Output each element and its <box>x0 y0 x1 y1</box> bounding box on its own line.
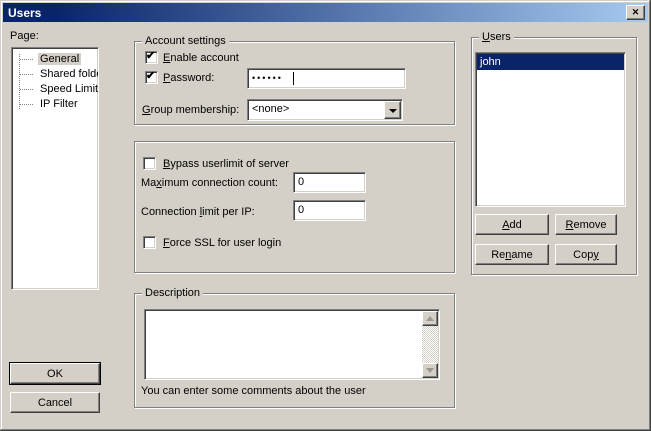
group-membership-select[interactable]: <none> <box>247 99 403 121</box>
close-button[interactable]: ✕ <box>626 5 645 20</box>
text-caret <box>293 72 294 85</box>
tree-item-label: Speed Limits <box>38 83 99 95</box>
cancel-button-label: Cancel <box>38 397 72 409</box>
password-input[interactable]: •••••• <box>247 68 406 89</box>
chevron-down-icon <box>389 109 397 113</box>
password-checkbox[interactable]: ✔ <box>145 71 158 84</box>
copy-user-button[interactable]: Copy <box>555 244 617 265</box>
description-scrollbar[interactable] <box>422 311 438 378</box>
password-value: •••••• <box>252 72 283 85</box>
scroll-down-button[interactable] <box>422 363 438 378</box>
rename-button-label: Rename <box>491 249 533 261</box>
description-hint: You can enter some comments about the us… <box>141 385 366 398</box>
remove-button-label: Remove <box>566 219 607 231</box>
connection-limit-label: Connection limit per IP: <box>141 206 255 219</box>
account-settings-group: Account settings ✔ Enable account ✔ Pass… <box>134 41 455 125</box>
enable-account-label: Enable account <box>163 52 239 65</box>
enable-account-checkbox[interactable]: ✔ <box>145 51 158 64</box>
connection-limit-value: 0 <box>298 204 304 217</box>
group-membership-value: <none> <box>252 103 289 116</box>
user-name: john <box>480 56 501 68</box>
limits-group: ✔ Bypass userlimit of server Maximum con… <box>134 141 455 273</box>
ok-button-label: OK <box>47 368 63 380</box>
account-settings-title: Account settings <box>142 35 229 48</box>
users-group-title: Users <box>479 31 514 44</box>
max-connection-value: 0 <box>298 176 304 189</box>
sidebar-item-general[interactable]: General <box>12 52 98 67</box>
tree-item-label: General <box>38 53 81 65</box>
add-user-button[interactable]: Add <box>475 214 549 235</box>
description-title: Description <box>142 287 203 300</box>
check-icon: ✔ <box>146 69 155 82</box>
max-connection-input[interactable]: 0 <box>293 172 366 193</box>
users-dialog: Users ✕ Page: General Shared folders Spe… <box>0 0 651 431</box>
add-button-label: Add <box>502 219 522 231</box>
group-membership-label: Group membership: <box>142 104 239 117</box>
window-title: Users <box>8 6 41 20</box>
scroll-up-button[interactable] <box>422 311 438 326</box>
page-tree[interactable]: General Shared folders Speed Limits IP F… <box>11 47 99 290</box>
list-item-user[interactable]: john <box>477 54 624 70</box>
close-icon: ✕ <box>632 8 640 17</box>
description-group: Description You can enter some comments … <box>134 293 455 408</box>
sidebar-item-shared-folders[interactable]: Shared folders <box>12 67 98 82</box>
bypass-userlimit-checkbox[interactable]: ✔ <box>143 157 156 170</box>
force-ssl-label: Force SSL for user login <box>163 237 281 250</box>
dropdown-button[interactable] <box>384 101 401 119</box>
force-ssl-checkbox[interactable]: ✔ <box>143 236 156 249</box>
description-textarea[interactable] <box>144 309 440 380</box>
title-bar[interactable]: Users ✕ <box>3 3 648 22</box>
max-connection-label: Maximum connection count: <box>141 177 278 190</box>
cancel-button[interactable]: Cancel <box>10 392 100 413</box>
users-group: Users john Add Remove Rename Copy <box>471 37 637 275</box>
password-label: Password: <box>163 72 214 85</box>
tree-item-label: Shared folders <box>38 68 99 80</box>
sidebar-item-ip-filter[interactable]: IP Filter <box>12 97 98 112</box>
users-list[interactable]: john <box>475 52 626 207</box>
rename-user-button[interactable]: Rename <box>475 244 549 265</box>
tree-item-label: IP Filter <box>38 98 80 110</box>
connection-limit-input[interactable]: 0 <box>293 200 366 221</box>
remove-user-button[interactable]: Remove <box>555 214 617 235</box>
page-label: Page: <box>10 30 39 43</box>
arrow-up-icon <box>426 316 434 321</box>
ok-button[interactable]: OK <box>10 363 100 384</box>
bypass-userlimit-label: Bypass userlimit of server <box>163 158 289 171</box>
sidebar-item-speed-limits[interactable]: Speed Limits <box>12 82 98 97</box>
copy-button-label: Copy <box>573 249 599 261</box>
arrow-down-icon <box>426 368 434 373</box>
check-icon: ✔ <box>146 49 155 62</box>
